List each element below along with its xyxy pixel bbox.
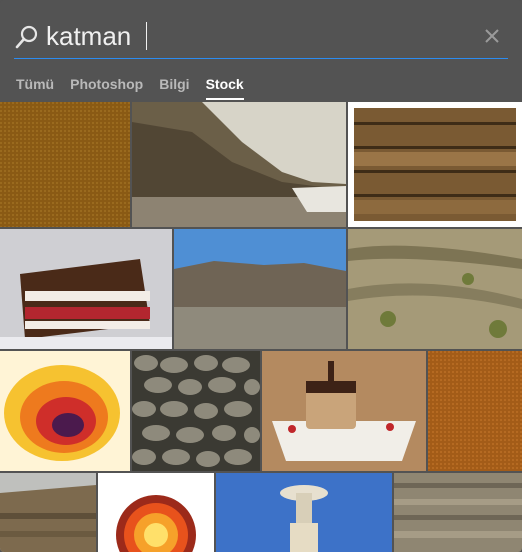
search-panel: Tümü Photoshop Bilgi Stock <box>0 0 522 552</box>
tab-info[interactable]: Bilgi <box>159 76 189 100</box>
stock-thumb-stone-wall[interactable] <box>132 351 260 471</box>
search-bar <box>14 16 508 59</box>
stock-thumb-layered-sandstone[interactable] <box>394 473 522 552</box>
stock-thumb-coastal-cliff[interactable] <box>132 102 346 227</box>
stock-thumb-fabric-brown[interactable] <box>0 102 130 227</box>
tab-bar: Tümü Photoshop Bilgi Stock <box>16 76 244 100</box>
stock-thumb-chocolate-cake[interactable] <box>0 229 172 349</box>
stock-thumb-fabric-orange[interactable] <box>428 351 522 471</box>
stock-thumb-rocky-hill[interactable] <box>174 229 346 349</box>
stock-thumb-rock-formation[interactable] <box>216 473 392 552</box>
close-icon[interactable] <box>484 28 500 44</box>
stock-thumb-earth-layers[interactable] <box>98 473 214 552</box>
tab-photoshop[interactable]: Photoshop <box>70 76 143 100</box>
tab-all[interactable]: Tümü <box>16 76 54 100</box>
stock-thumb-wood-planks[interactable] <box>348 102 522 227</box>
text-caret <box>146 22 147 50</box>
search-input[interactable] <box>46 18 466 54</box>
stock-thumb-chocolate-dessert[interactable] <box>262 351 426 471</box>
search-icon <box>15 25 38 49</box>
tab-stock[interactable]: Stock <box>205 76 244 100</box>
stock-results-grid <box>0 102 522 552</box>
stock-thumb-rock-strata[interactable] <box>348 229 522 349</box>
stock-thumb-sediment-cliff[interactable] <box>0 473 96 552</box>
stock-thumb-heat-map[interactable] <box>0 351 130 471</box>
